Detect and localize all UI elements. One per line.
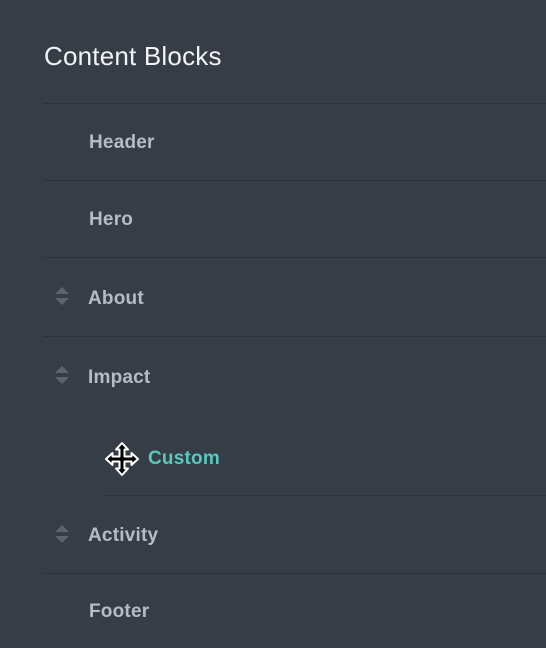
content-blocks-panel: Content Blocks Header Hero About Impact … <box>0 0 546 648</box>
block-item-hero[interactable]: Hero <box>0 180 546 257</box>
divider <box>43 103 546 104</box>
block-label: Custom <box>148 448 220 469</box>
divider <box>43 180 546 181</box>
divider <box>43 573 546 574</box>
divider <box>43 257 546 258</box>
panel-title: Content Blocks <box>44 41 222 71</box>
sort-handle-icon[interactable] <box>55 525 69 544</box>
block-label: About <box>88 288 144 309</box>
block-item-about[interactable]: About <box>0 257 546 336</box>
sort-handle-icon[interactable] <box>55 287 69 306</box>
block-item-impact[interactable]: Impact <box>0 336 546 415</box>
block-item-activity[interactable]: Activity <box>0 495 546 573</box>
block-item-header[interactable]: Header <box>0 103 546 180</box>
block-label: Impact <box>88 367 151 388</box>
block-label: Header <box>89 132 155 153</box>
block-label: Hero <box>89 209 134 230</box>
block-label: Footer <box>89 601 150 622</box>
block-item-footer[interactable]: Footer <box>0 573 546 648</box>
sort-handle-icon[interactable] <box>55 366 69 385</box>
block-label: Activity <box>88 525 159 546</box>
divider <box>43 336 546 337</box>
move-cursor-icon[interactable] <box>104 441 140 477</box>
divider <box>104 495 546 496</box>
block-item-custom[interactable]: Custom <box>0 415 546 495</box>
content-block-list: Header Hero About Impact Custom Activity… <box>0 103 546 648</box>
